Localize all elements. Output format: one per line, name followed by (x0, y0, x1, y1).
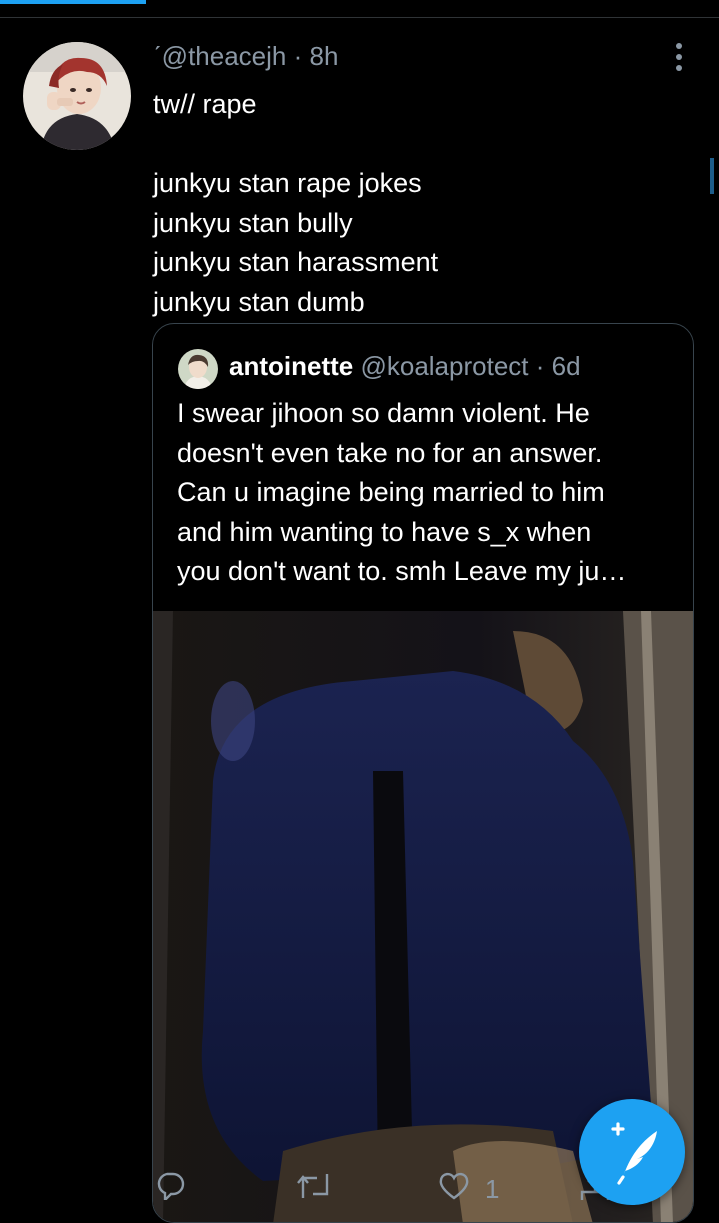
quoted-author-name[interactable]: antoinette (229, 351, 353, 381)
like-button[interactable]: 1 (437, 1170, 499, 1204)
tweet-text-line: junkyu stan bully (153, 207, 353, 238)
tweet-text: tw// rape junkyu stan rape jokes junkyu … (153, 85, 693, 322)
author-display-name[interactable]: ˊ (153, 41, 162, 71)
active-tab-indicator (0, 0, 146, 4)
top-divider (0, 17, 719, 18)
author-handle[interactable]: @theacejh (162, 41, 287, 71)
quoted-tweet-text: I swear jihoon so damn violent. He doesn… (177, 394, 682, 592)
retweet-button[interactable] (295, 1170, 335, 1200)
quoted-author-avatar[interactable] (178, 349, 218, 389)
tweet-header: ˊ@theacejh · 8h (153, 41, 338, 72)
quoted-tweet-card[interactable]: antoinette @koalaprotect · 6d I swear ji… (152, 323, 694, 1223)
tweet-text-line (153, 125, 693, 165)
more-options-icon[interactable] (668, 40, 690, 74)
tweet-text-line: junkyu stan harassment (153, 247, 439, 277)
quoted-text-line: you don't want to. smh Leave my ju… (177, 556, 627, 587)
avatar-image (23, 42, 131, 150)
compose-tweet-button[interactable] (579, 1099, 685, 1205)
avatar[interactable] (23, 42, 131, 150)
quoted-text-line: and him wanting to have s_x when (177, 516, 592, 547)
quoted-text-line: Can u imagine being married to him (177, 477, 605, 508)
reply-button[interactable] (153, 1170, 187, 1200)
retweet-icon (297, 1174, 329, 1198)
quoted-tweet-timestamp: 6d (551, 351, 581, 381)
scrollbar-thumb[interactable] (710, 158, 714, 194)
compose-tweet-icon (611, 1122, 657, 1185)
tweet-timestamp[interactable]: 8h (310, 41, 339, 71)
quoted-text-line: I swear jihoon so damn violent. He (177, 398, 590, 428)
tweet-text-line: tw// rape (153, 89, 257, 119)
reply-icon (157, 1172, 185, 1200)
quoted-tweet-header: antoinette @koalaprotect · 6d (229, 351, 581, 382)
quoted-author-handle[interactable]: @koalaprotect (360, 351, 528, 381)
header-separator: · (535, 351, 545, 381)
heart-icon (439, 1172, 469, 1200)
quoted-text-line: doesn't even take no for an answer. (177, 437, 603, 468)
header-separator: · (293, 41, 303, 71)
tweet-text-line: junkyu stan dumb (153, 286, 365, 317)
tweet-text-line: junkyu stan rape jokes (153, 168, 422, 198)
